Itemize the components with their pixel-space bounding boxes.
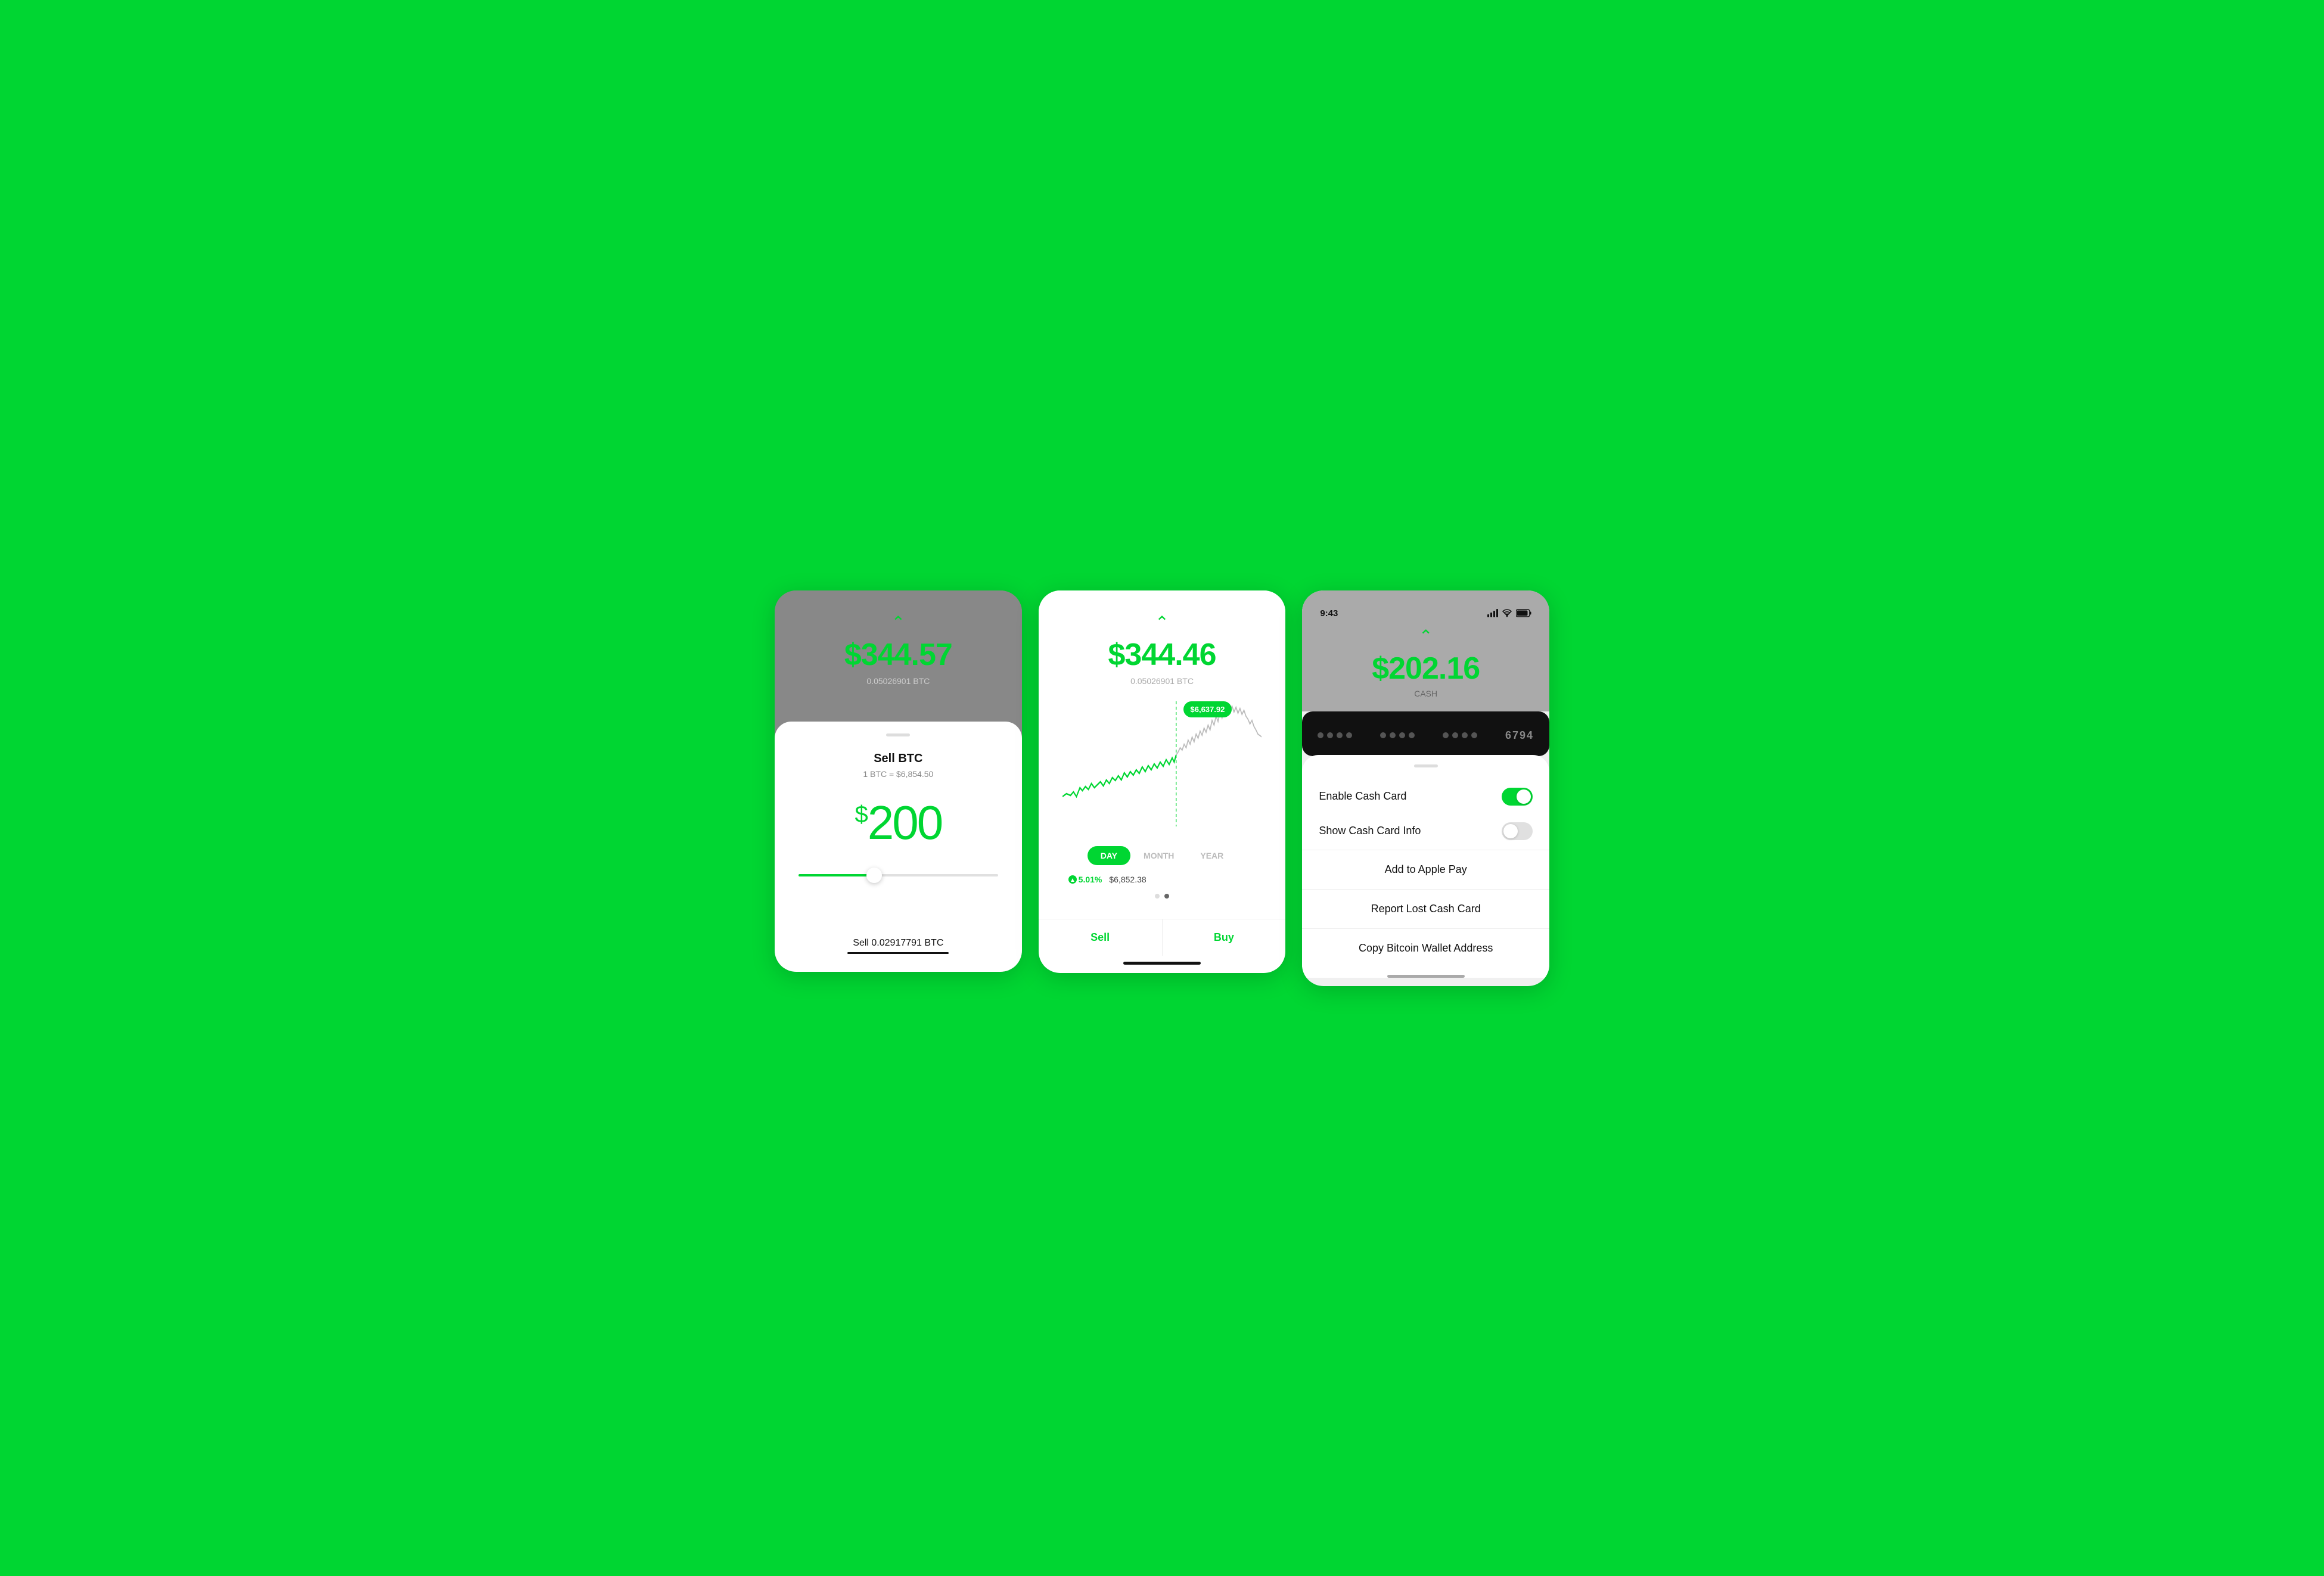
copy-bitcoin-wallet-row[interactable]: Copy Bitcoin Wallet Address bbox=[1302, 930, 1549, 966]
cash-label: CASH bbox=[1414, 689, 1437, 698]
bar-2 bbox=[1490, 613, 1492, 617]
signal-bars bbox=[1487, 609, 1498, 617]
screen1-sheet: Sell BTC 1 BTC = $6,854.50 $200 Sell 0.0… bbox=[775, 722, 1022, 972]
card-dot bbox=[1452, 732, 1458, 738]
battery-icon bbox=[1516, 609, 1531, 617]
show-cash-card-info-toggle[interactable] bbox=[1502, 822, 1533, 840]
sell-btc-underline bbox=[847, 952, 949, 954]
sell-slider[interactable] bbox=[793, 874, 1004, 876]
card-dots-group-2 bbox=[1380, 732, 1415, 738]
sell-buy-row: Sell Buy bbox=[1039, 919, 1286, 956]
screen-sell-btc: ⌃ $344.57 0.05026901 BTC Sell BTC 1 BTC … bbox=[775, 590, 1022, 972]
chart-area: $6,637.92 bbox=[1057, 695, 1268, 829]
divider-2 bbox=[1302, 889, 1549, 890]
bar-1 bbox=[1487, 614, 1489, 617]
sell-rate: 1 BTC = $6,854.50 bbox=[863, 769, 933, 779]
sell-amount: $200 bbox=[855, 795, 942, 850]
dot-2 bbox=[1164, 894, 1169, 899]
divider-3 bbox=[1302, 928, 1549, 929]
bar-3 bbox=[1493, 611, 1495, 617]
enable-cash-card-label: Enable Cash Card bbox=[1319, 790, 1406, 803]
btc-chart-svg bbox=[1062, 695, 1262, 826]
sell-button[interactable]: Sell bbox=[1039, 919, 1163, 956]
time-tabs: DAY MONTH YEAR bbox=[1057, 846, 1268, 865]
sell-title: Sell BTC bbox=[874, 752, 922, 766]
tab-month[interactable]: MONTH bbox=[1130, 846, 1187, 865]
chart-stats: ▲ 5.01% $6,852.38 bbox=[1057, 875, 1268, 884]
screen-cash-card: 9:43 bbox=[1302, 590, 1549, 986]
card-dot bbox=[1318, 732, 1323, 738]
enable-cash-card-toggle[interactable] bbox=[1502, 788, 1533, 806]
cash-amount: $202.16 bbox=[1372, 651, 1480, 686]
add-to-apple-pay-label: Add to Apple Pay bbox=[1385, 863, 1467, 875]
cash-card-visual: 6794 bbox=[1302, 711, 1549, 756]
sheet-handle bbox=[1414, 764, 1438, 767]
buy-button[interactable]: Buy bbox=[1163, 919, 1286, 956]
show-cash-card-info-label: Show Cash Card Info bbox=[1319, 825, 1421, 837]
enable-cash-card-row[interactable]: Enable Cash Card bbox=[1302, 779, 1549, 814]
tab-year[interactable]: YEAR bbox=[1187, 846, 1236, 865]
toggle-knob-2 bbox=[1503, 824, 1518, 838]
tab-day[interactable]: DAY bbox=[1088, 846, 1130, 865]
up-arrow-icon: ▲ bbox=[1068, 875, 1077, 884]
status-icons bbox=[1487, 609, 1531, 617]
card-number-end: 6794 bbox=[1505, 729, 1534, 742]
sell-btc-label: Sell 0.02917791 BTC bbox=[853, 926, 943, 949]
percent-change: ▲ 5.01% bbox=[1068, 875, 1102, 884]
card-dot bbox=[1346, 732, 1352, 738]
card-dot bbox=[1409, 732, 1415, 738]
page-dots bbox=[1155, 894, 1169, 899]
home-bar-3 bbox=[1387, 975, 1465, 978]
copy-bitcoin-wallet-label: Copy Bitcoin Wallet Address bbox=[1359, 942, 1493, 954]
show-cash-card-info-row[interactable]: Show Cash Card Info bbox=[1302, 814, 1549, 848]
cash-card-sheet: Enable Cash Card Show Cash Card Info Add… bbox=[1302, 755, 1549, 978]
toggle-knob bbox=[1517, 789, 1531, 804]
bar-4 bbox=[1496, 609, 1498, 617]
screens-container: ⌃ $344.57 0.05026901 BTC Sell BTC 1 BTC … bbox=[775, 590, 1549, 986]
card-dots-group-3 bbox=[1443, 732, 1477, 738]
chart-btc-amount: 0.05026901 BTC bbox=[1130, 676, 1194, 686]
card-dot bbox=[1327, 732, 1333, 738]
screen3-header: 9:43 bbox=[1302, 590, 1549, 711]
chevron-up-icon-3[interactable]: ⌃ bbox=[1419, 628, 1433, 645]
card-dot bbox=[1380, 732, 1386, 738]
chart-price: $344.46 bbox=[1108, 637, 1216, 673]
card-dot bbox=[1399, 732, 1405, 738]
status-bar: 9:43 bbox=[1320, 608, 1531, 618]
chevron-up-icon-2[interactable]: ⌃ bbox=[1155, 614, 1169, 631]
card-dot bbox=[1462, 732, 1468, 738]
slider-track bbox=[799, 874, 998, 876]
btc-price: $344.57 bbox=[844, 637, 952, 673]
card-dot bbox=[1471, 732, 1477, 738]
btc-amount: 0.05026901 BTC bbox=[866, 676, 930, 686]
report-lost-card-label: Report Lost Cash Card bbox=[1371, 903, 1481, 915]
add-to-apple-pay-row[interactable]: Add to Apple Pay bbox=[1302, 851, 1549, 888]
chart-price-stat: $6,852.38 bbox=[1109, 875, 1146, 884]
screen1-header: ⌃ $344.57 0.05026901 BTC bbox=[775, 590, 1022, 722]
status-time: 9:43 bbox=[1320, 608, 1338, 618]
screen2-header: ⌃ $344.46 0.05026901 BTC $6,637.92 DAY M… bbox=[1039, 590, 1286, 919]
card-dot bbox=[1390, 732, 1396, 738]
drag-handle bbox=[886, 733, 910, 736]
report-lost-card-row[interactable]: Report Lost Cash Card bbox=[1302, 891, 1549, 927]
chevron-up-icon[interactable]: ⌃ bbox=[891, 614, 905, 631]
card-dots-row: 6794 bbox=[1318, 729, 1534, 742]
slider-fill bbox=[799, 874, 874, 876]
chart-tooltip: $6,637.92 bbox=[1183, 701, 1232, 717]
sell-amount-value: 200 bbox=[868, 796, 942, 849]
card-dot bbox=[1443, 732, 1449, 738]
card-dots-group-1 bbox=[1318, 732, 1352, 738]
wifi-icon bbox=[1502, 609, 1512, 617]
screen-btc-chart: ⌃ $344.46 0.05026901 BTC $6,637.92 DAY M… bbox=[1039, 590, 1286, 973]
slider-thumb[interactable] bbox=[866, 868, 882, 883]
card-dot bbox=[1337, 732, 1343, 738]
dot-1 bbox=[1155, 894, 1160, 899]
dollar-sign: $ bbox=[855, 801, 866, 828]
home-bar bbox=[1123, 962, 1201, 965]
svg-text:▲: ▲ bbox=[1070, 877, 1076, 884]
